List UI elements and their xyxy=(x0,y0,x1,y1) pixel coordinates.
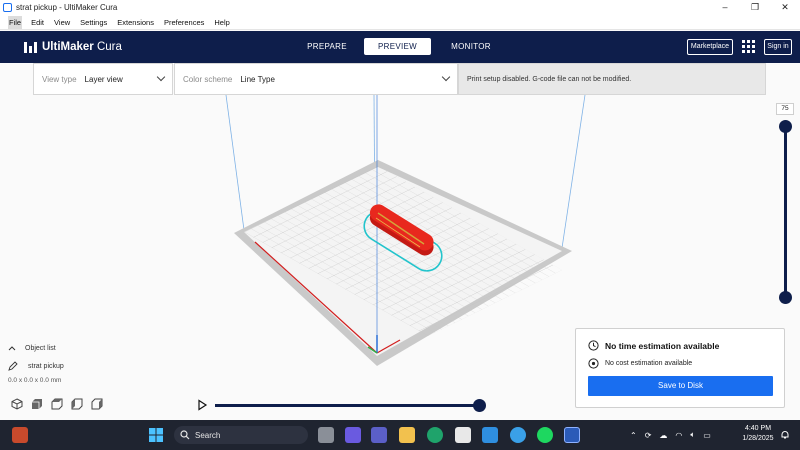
camera-view-toolbar xyxy=(7,396,107,411)
edge-browser-icon[interactable] xyxy=(427,427,443,443)
menu-settings[interactable]: Settings xyxy=(79,16,108,29)
clock-icon xyxy=(588,340,599,351)
tab-monitor[interactable]: MONITOR xyxy=(448,38,494,55)
menu-view[interactable]: View xyxy=(53,16,71,29)
cura-taskbar-icon[interactable] xyxy=(564,427,580,443)
cost-estimation-text: No cost estimation available xyxy=(605,360,693,367)
notification-bell-icon[interactable] xyxy=(780,430,790,440)
path-slider-track[interactable] xyxy=(215,404,480,407)
color-scheme-dropdown[interactable]: Color scheme Line Type xyxy=(174,63,458,95)
menu-bar: File Edit View Settings Extensions Prefe… xyxy=(0,15,800,30)
app-icon[interactable] xyxy=(482,427,498,443)
taskbar-clock[interactable]: 4:40 PM 1/28/2025 xyxy=(733,424,783,444)
object-list-item[interactable]: strat pickup xyxy=(8,360,64,372)
spool-icon xyxy=(588,358,599,369)
window-title: strat pickup - UltiMaker Cura xyxy=(16,3,118,12)
pencil-icon xyxy=(8,361,18,371)
left-view-icon[interactable] xyxy=(67,396,87,411)
sync-icon[interactable]: ⟳ xyxy=(645,431,652,440)
spotify-icon[interactable] xyxy=(537,427,553,443)
file-explorer-icon[interactable] xyxy=(399,427,415,443)
view-type-dropdown[interactable]: View type Layer view xyxy=(33,63,173,95)
close-button[interactable]: ✕ xyxy=(770,0,800,15)
menu-file[interactable]: File xyxy=(8,15,23,29)
copilot-icon[interactable] xyxy=(345,427,361,443)
chevron-up-icon xyxy=(8,346,16,351)
play-simulation-icon[interactable] xyxy=(196,399,208,411)
menu-edit[interactable]: Edit xyxy=(30,16,45,29)
task-view-icon[interactable] xyxy=(318,427,334,443)
cost-estimation-row: No cost estimation available xyxy=(588,358,692,369)
menu-preferences[interactable]: Preferences xyxy=(163,16,205,29)
wifi-icon[interactable]: ◠ xyxy=(675,431,682,440)
brand-name: UltiMaker Cura xyxy=(42,41,122,53)
outlook-icon[interactable] xyxy=(12,427,28,443)
color-scheme-value: Line Type xyxy=(240,74,275,84)
chevron-up-icon[interactable]: ⌃ xyxy=(630,431,637,440)
build-plate-grid xyxy=(244,165,563,336)
microsoft-store-icon[interactable] xyxy=(455,427,471,443)
chevron-down-icon xyxy=(441,72,451,82)
object-dimensions: 0.0 x 0.0 x 0.0 mm xyxy=(8,377,62,384)
time-estimation-text: No time estimation available xyxy=(605,340,720,351)
search-placeholder: Search xyxy=(195,430,221,440)
right-view-icon[interactable] xyxy=(87,396,107,411)
ultimaker-logo: UltiMaker Cura xyxy=(24,39,122,55)
teams-icon[interactable] xyxy=(371,427,387,443)
view-type-label: View type xyxy=(42,74,77,84)
title-bar: strat pickup - UltiMaker Cura – ❐ ✕ xyxy=(0,0,800,15)
view-type-value: Layer view xyxy=(84,74,123,84)
layer-slider-lower-handle[interactable] xyxy=(779,291,792,304)
volume-icon[interactable]: 🔈︎ xyxy=(690,430,695,440)
cura-app-icon xyxy=(3,3,12,12)
tab-prepare[interactable]: PREPARE xyxy=(305,38,349,55)
window-controls: – ❐ ✕ xyxy=(710,0,800,15)
object-name: strat pickup xyxy=(28,362,64,370)
top-view-icon[interactable] xyxy=(47,396,67,411)
build-volume-edge xyxy=(225,94,245,231)
print-setup-disabled-message: Print setup disabled. G-code file can no… xyxy=(458,63,766,95)
layer-slider-track[interactable] xyxy=(784,126,787,298)
path-slider-handle[interactable] xyxy=(473,399,486,412)
color-scheme-label: Color scheme xyxy=(183,74,233,84)
object-list-toggle[interactable]: Object list xyxy=(8,342,56,354)
search-icon xyxy=(180,430,190,440)
taskbar-search-box[interactable]: Search xyxy=(174,426,308,444)
chevron-down-icon xyxy=(156,72,166,82)
save-to-disk-button[interactable]: Save to Disk xyxy=(588,376,773,396)
system-tray: ⌃ ⟳ ☁ ◠ 🔈︎ ▭ xyxy=(626,428,715,442)
cloud-icon[interactable]: ☁ xyxy=(659,431,667,440)
object-list-header: Object list xyxy=(25,344,56,352)
clock-date: 1/28/2025 xyxy=(742,435,774,442)
build-volume-edge xyxy=(561,94,586,249)
clock-time: 4:40 PM xyxy=(744,425,772,432)
menu-help[interactable]: Help xyxy=(213,16,230,29)
time-estimation-row: No time estimation available xyxy=(588,340,719,351)
app-icon[interactable] xyxy=(510,427,526,443)
ultimaker-logo-icon xyxy=(24,41,38,53)
applications-grid-icon[interactable] xyxy=(742,40,756,54)
menu-extensions[interactable]: Extensions xyxy=(116,16,155,29)
layer-number-input[interactable]: 75 xyxy=(776,103,794,115)
windows-start-icon[interactable] xyxy=(148,427,164,443)
3d-view-icon[interactable] xyxy=(7,396,27,411)
maximize-button[interactable]: ❐ xyxy=(740,0,770,15)
front-view-icon[interactable] xyxy=(27,396,47,411)
layer-slider-upper-handle[interactable] xyxy=(779,120,792,133)
marketplace-button[interactable]: Marketplace xyxy=(687,39,733,55)
tab-preview[interactable]: PREVIEW xyxy=(364,38,431,55)
battery-icon[interactable]: ▭ xyxy=(703,431,711,440)
minimize-button[interactable]: – xyxy=(710,0,740,15)
sign-in-button[interactable]: Sign in xyxy=(764,39,792,55)
